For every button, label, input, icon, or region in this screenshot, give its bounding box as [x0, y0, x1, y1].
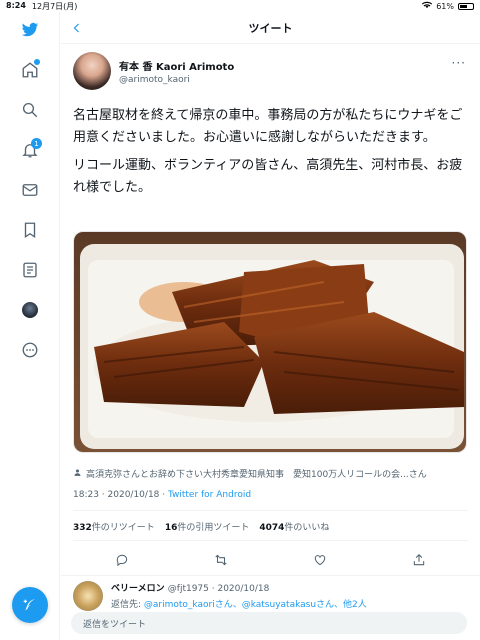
reply-icon	[117, 554, 128, 567]
bookmarks-icon[interactable]	[18, 218, 42, 242]
notification-badge: 1	[31, 138, 42, 149]
status-bar: 8:24 12月7日(月) 61%	[0, 0, 480, 12]
battery-percent: 61%	[436, 1, 454, 11]
tweet-more-button[interactable]: ···	[452, 56, 466, 70]
share-icon	[413, 554, 424, 566]
tweet-actions	[73, 549, 468, 571]
battery-icon	[458, 2, 474, 10]
main-column: ツイート 有本 香 Kaori Arimoto @arimoto_kaori ·…	[61, 12, 480, 640]
status-date: 12月7日(月)	[31, 1, 78, 11]
back-button[interactable]	[67, 18, 87, 38]
author-handle[interactable]: @arimoto_kaori	[119, 75, 234, 85]
divider	[73, 540, 468, 541]
wifi-icon	[422, 1, 433, 11]
tweet-source-link[interactable]: Twitter for Android	[168, 490, 251, 500]
top-bar: ツイート	[61, 12, 480, 44]
retweets-stat[interactable]: 332件のリツイート	[73, 520, 155, 533]
tweet-timestamp: 18:23 · 2020/10/18 · Twitter for Android	[73, 490, 251, 500]
tagged-users[interactable]: 高須克弥さんとお辞め下さい大村秀章愛知県知事 愛知100万人リコールの会...さ…	[73, 467, 473, 480]
reply-input[interactable]: 返信をツイート	[71, 612, 467, 634]
reply-to-targets[interactable]: @arimoto_kaoriさん、@katsuyatakasuさん、他2人	[144, 600, 367, 610]
tweet-text: 名古屋取材を終えて帰京の車中。事務局の方が私たちにウナギをご用意くださいました。…	[73, 105, 471, 205]
profile-avatar-icon[interactable]	[18, 298, 42, 322]
person-icon	[73, 468, 82, 480]
divider	[73, 510, 468, 511]
reply-to-line: 返信先: @arimoto_kaoriさん、@katsuyatakasuさん、他…	[111, 597, 367, 610]
lists-icon[interactable]	[18, 258, 42, 282]
reply-input-placeholder: 返信をツイート	[83, 619, 147, 630]
reply-to-prefix: 返信先:	[111, 600, 144, 610]
more-options-icon[interactable]	[18, 338, 42, 362]
retweet-icon	[215, 554, 227, 566]
feather-plus-icon	[23, 599, 36, 611]
likes-stat[interactable]: 4074件のいいね	[259, 520, 329, 533]
tweet-stats: 332件のリツイート 16件の引用ツイート 4074件のいいね	[73, 520, 329, 533]
retweet-button[interactable]	[210, 549, 232, 571]
share-button[interactable]	[408, 549, 430, 571]
heart-icon	[314, 555, 326, 566]
reply-author[interactable]: ベリーメロン @fjt1975 · 2020/10/18	[111, 581, 367, 594]
tweet-time: 18:23 · 2020/10/18 ·	[73, 490, 168, 500]
new-content-dot	[34, 59, 40, 65]
unagi-photo-image	[74, 232, 466, 452]
page-title: ツイート	[248, 21, 293, 35]
chevron-left-icon	[73, 23, 79, 33]
compose-tweet-button[interactable]	[12, 587, 48, 623]
home-icon[interactable]	[18, 58, 42, 82]
reply-avatar[interactable]	[73, 581, 103, 611]
author-avatar[interactable]	[73, 52, 111, 90]
author-display-name[interactable]: 有本 香 Kaori Arimoto	[119, 58, 234, 73]
search-icon[interactable]	[18, 98, 42, 122]
status-time: 8:24	[6, 0, 26, 10]
twitter-logo-icon[interactable]	[18, 18, 42, 42]
tweet-paragraph: リコール運動、ボランティアの皆さん、高須先生、河村市長、お疲れ様でした。	[73, 158, 463, 195]
tweet-paragraph: 名古屋取材を終えて帰京の車中。事務局の方が私たちにウナギをご用意くださいました。…	[73, 108, 463, 145]
sidebar: 1	[0, 12, 60, 640]
tagged-users-text[interactable]: 高須克弥さんとお辞め下さい大村秀章愛知県知事 愛知100万人リコールの会...さ…	[86, 467, 427, 480]
tweet-author[interactable]: 有本 香 Kaori Arimoto @arimoto_kaori	[73, 52, 234, 90]
reply-display-name[interactable]: ベリーメロン	[111, 584, 165, 594]
reply-button[interactable]	[111, 549, 133, 571]
notifications-icon[interactable]: 1	[18, 138, 42, 162]
like-button[interactable]	[309, 549, 331, 571]
reply-tweet[interactable]: ベリーメロン @fjt1975 · 2020/10/18 返信先: @arimo…	[73, 581, 473, 611]
divider	[61, 575, 480, 576]
quotes-stat[interactable]: 16件の引用ツイート	[165, 520, 250, 533]
reply-meta: @fjt1975 · 2020/10/18	[167, 584, 270, 594]
messages-icon[interactable]	[18, 178, 42, 202]
tweet-photo[interactable]	[73, 231, 467, 453]
